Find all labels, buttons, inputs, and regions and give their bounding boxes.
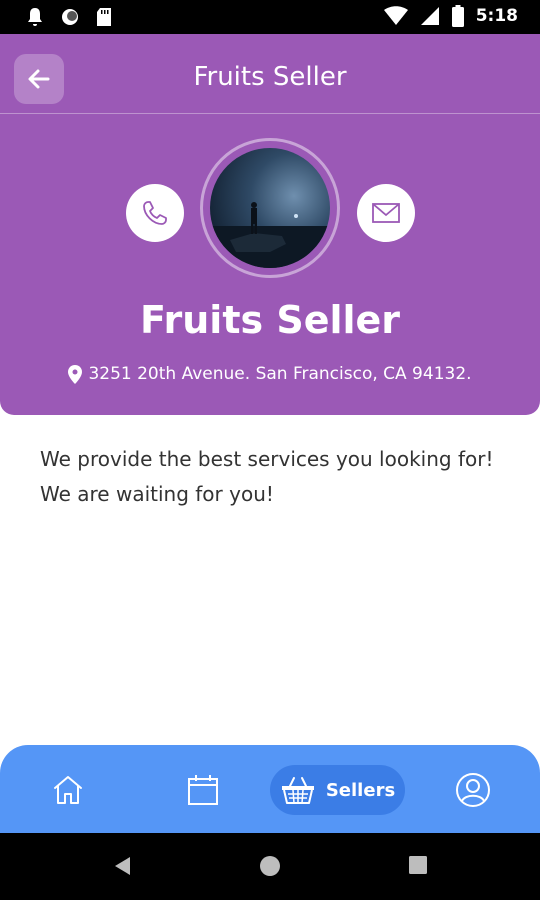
email-button[interactable] <box>357 184 415 242</box>
avatar <box>210 148 330 268</box>
envelope-icon <box>372 203 400 223</box>
back-triangle-icon[interactable] <box>112 855 132 877</box>
profile-header: Fruits Seller Fruits Seller 3251 20th Av… <box>0 34 540 415</box>
seller-name: Fruits Seller <box>139 298 401 342</box>
nav-calendar[interactable] <box>178 765 228 815</box>
status-time: 5:18 <box>475 6 518 26</box>
battery-icon <box>451 5 464 27</box>
wifi-icon <box>383 6 408 25</box>
notification-bell-icon <box>28 8 42 26</box>
basket-icon <box>281 777 314 804</box>
location-pin-icon <box>68 364 83 384</box>
address-text: 3251 20th Avenue. San Francisco, CA 9413… <box>88 364 472 384</box>
header-divider <box>0 113 540 114</box>
avatar-photo <box>210 148 330 268</box>
calendar-icon <box>188 775 218 805</box>
page-title: Fruits Seller <box>193 62 347 92</box>
user-icon <box>456 773 490 807</box>
nav-home[interactable] <box>43 765 93 815</box>
nav-profile[interactable] <box>448 765 498 815</box>
seller-address: 3251 20th Avenue. San Francisco, CA 9413… <box>0 364 540 384</box>
status-right-icons: 5:18 <box>383 5 518 27</box>
home-icon <box>54 776 82 804</box>
signal-icon <box>420 7 439 25</box>
phone-icon <box>143 201 167 225</box>
seller-description: We provide the best services you looking… <box>40 447 494 506</box>
status-left-icons <box>26 7 112 27</box>
system-nav-bar <box>0 833 540 900</box>
call-button[interactable] <box>126 184 184 242</box>
sd-card-icon <box>97 8 111 26</box>
circle-icon <box>62 9 78 25</box>
bottom-nav: Sellers <box>0 745 540 833</box>
home-circle-icon[interactable] <box>259 855 281 877</box>
nav-sellers[interactable]: Sellers <box>270 765 405 815</box>
nav-sellers-label: Sellers <box>325 779 396 801</box>
avatar-ring <box>200 138 340 278</box>
recents-square-icon[interactable] <box>408 855 428 875</box>
status-bar: 5:18 <box>0 0 540 34</box>
